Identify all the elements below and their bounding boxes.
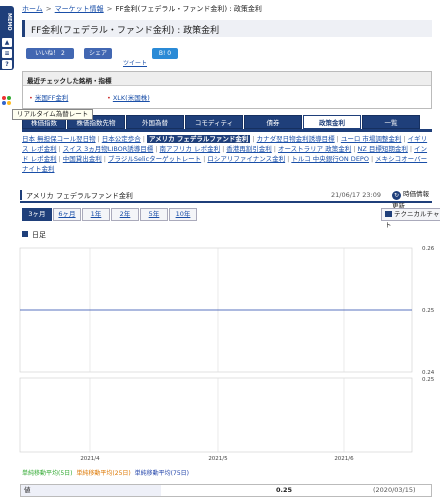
hatena-bookmark-button[interactable]: B! 0 <box>152 48 178 59</box>
square-bullet-icon <box>22 231 28 237</box>
rate-link[interactable]: スイス 3ヵ月物LIBOR誘導目標 <box>63 145 154 153</box>
legend-ma75: 単純移動平均(75日) <box>134 470 189 477</box>
legend-ma5: 単純移動平均(5日) <box>22 470 73 477</box>
value-row: 値 0.25 (2020/03/15) <box>20 484 432 497</box>
lower-panel: 0.25 <box>19 377 435 453</box>
policy-rate-links: 日本 無担保コール翌日物 | 日本公定歩合 | アメリカ フェデラルファンド金利 | カナダ… <box>22 135 428 173</box>
rate-link[interactable]: 南アフリカ レポ金利 <box>160 145 221 153</box>
refresh-icon: ↻ <box>392 191 401 200</box>
rate-link[interactable]: ロシアリファイナンス金利 <box>207 155 285 163</box>
value-number: 0.25 <box>276 486 293 494</box>
period-10y[interactable]: 10年 <box>169 208 197 221</box>
value-date: (2020/03/15) <box>373 486 416 494</box>
chart-datetime: 21/06/17 23:09 <box>331 191 381 199</box>
tab-bonds[interactable]: 債券 <box>244 115 302 129</box>
page-title-bar: FF金利(フェデラル・ファンド金利) : 政策金利 <box>22 20 432 37</box>
breadcrumb: ホーム > マーケット情報 > FF金利(フェデラル・ファンド金利) : 政策金利 <box>22 5 262 13</box>
tab-policy-rate[interactable]: 政策金利 <box>303 115 361 129</box>
x-tick-label: 2021/5 <box>208 456 228 462</box>
update-price-button[interactable]: ↻ 時価情報更新 <box>392 188 432 210</box>
tweet-link[interactable]: ツイート <box>123 58 147 67</box>
breadcrumb-market[interactable]: マーケット情報 <box>55 5 104 13</box>
x-axis-labels: 2021/4 2021/5 2021/6 <box>80 456 354 462</box>
period-3m[interactable]: 3ヶ月 <box>22 208 52 221</box>
rate-link[interactable]: 中国貸出金利 <box>63 155 102 163</box>
period-2y[interactable]: 2年 <box>111 208 139 221</box>
daily-label: 日足 <box>22 230 46 240</box>
rate-link-active[interactable]: アメリカ フェデラルファンド金利 <box>146 135 251 143</box>
x-tick-label: 2021/4 <box>80 456 100 462</box>
side-toolbar: MEMO ▲ ≡ ? <box>0 6 14 70</box>
lower-panel-frame <box>19 377 413 453</box>
tab-forex[interactable]: 外国為替 <box>126 115 184 129</box>
rate-link[interactable]: 日本 無担保コール翌日物 <box>22 135 96 143</box>
help-icon[interactable]: ? <box>2 60 12 69</box>
tab-underline <box>22 129 432 132</box>
y-tick-label: 0.26 <box>422 246 435 252</box>
period-5y[interactable]: 5年 <box>140 208 168 221</box>
page-title: FF金利(フェデラル・ファンド金利) : 政策金利 <box>31 26 220 36</box>
tab-list[interactable]: 一覧 <box>362 115 420 129</box>
rate-link[interactable]: オーストラリア 政策金利 <box>278 145 351 153</box>
like-button[interactable]: いいね！ 2 <box>26 48 74 59</box>
period-1y[interactable]: 1年 <box>82 208 110 221</box>
y-tick-label: 0.24 <box>422 370 435 376</box>
technical-chart-label: テクニカルチャート <box>385 210 440 229</box>
recently-checked-heading: 最近チェックした銘柄・指標 <box>23 72 431 86</box>
rate-chart: 0.260.250.24 0.25 2021/4 2021/5 2021/6 <box>19 246 435 462</box>
list-icon[interactable]: ≡ <box>2 49 12 58</box>
recently-checked-box: 最近チェックした銘柄・指標 米国FF金利 XLK(米国株) <box>22 71 432 109</box>
rate-link[interactable]: ブラジルSelicターゲットレート <box>108 155 201 163</box>
period-6m[interactable]: 6ヶ月 <box>53 208 81 221</box>
recent-item[interactable]: 米国FF金利 <box>29 92 68 102</box>
rate-link[interactable]: カナダ翌日物金利誘導目標 <box>257 135 335 143</box>
main-panel: 0.26 0.25 0.24 <box>19 246 435 376</box>
value-label: 値 <box>21 485 161 496</box>
y-tick-label: 0.25 <box>422 308 435 314</box>
rate-link[interactable]: ユーロ 市場調整金利 <box>341 135 402 143</box>
legend-ma25: 単純移動平均(25日) <box>76 470 131 477</box>
scroll-up-icon[interactable]: ▲ <box>2 38 12 47</box>
colorful-logo-icon <box>2 96 12 106</box>
rate-link[interactable]: 日本公定歩合 <box>102 135 141 143</box>
breadcrumb-current: FF金利(フェデラル・ファンド金利) : 政策金利 <box>115 5 262 13</box>
chart-icon <box>385 211 392 217</box>
technical-chart-button[interactable]: テクニカルチャート <box>381 208 440 229</box>
memo-label[interactable]: MEMO <box>2 9 12 35</box>
rate-link[interactable]: NZ 目標短期金利 <box>357 145 407 153</box>
realtime-fx-tooltip: リアルタイム為替レート <box>12 109 94 120</box>
rate-link[interactable]: トルコ 中央銀行ON DEPO <box>291 155 369 163</box>
period-selector: 3ヶ月 6ヶ月 1年 2年 5年 10年 テクニカルチャート <box>20 208 440 229</box>
recent-item[interactable]: XLK(米国株) <box>107 92 150 102</box>
rate-link[interactable]: 香港再割引金利 <box>226 145 272 153</box>
tab-commodity[interactable]: コモディティ <box>185 115 243 129</box>
chart-legend: 単純移動平均(5日) 単純移動平均(25日) 単純移動平均(75日) <box>22 468 189 477</box>
lower-y-tick-label: 0.25 <box>422 377 435 383</box>
share-button[interactable]: シェア <box>84 48 112 59</box>
chart-header: アメリカ フェデラルファンド金利 21/06/17 23:09 ↻ 時価情報更新 <box>20 187 432 210</box>
breadcrumb-home[interactable]: ホーム <box>22 5 43 13</box>
chart-title: アメリカ フェデラルファンド金利 <box>26 192 133 200</box>
x-tick-label: 2021/6 <box>334 456 354 462</box>
